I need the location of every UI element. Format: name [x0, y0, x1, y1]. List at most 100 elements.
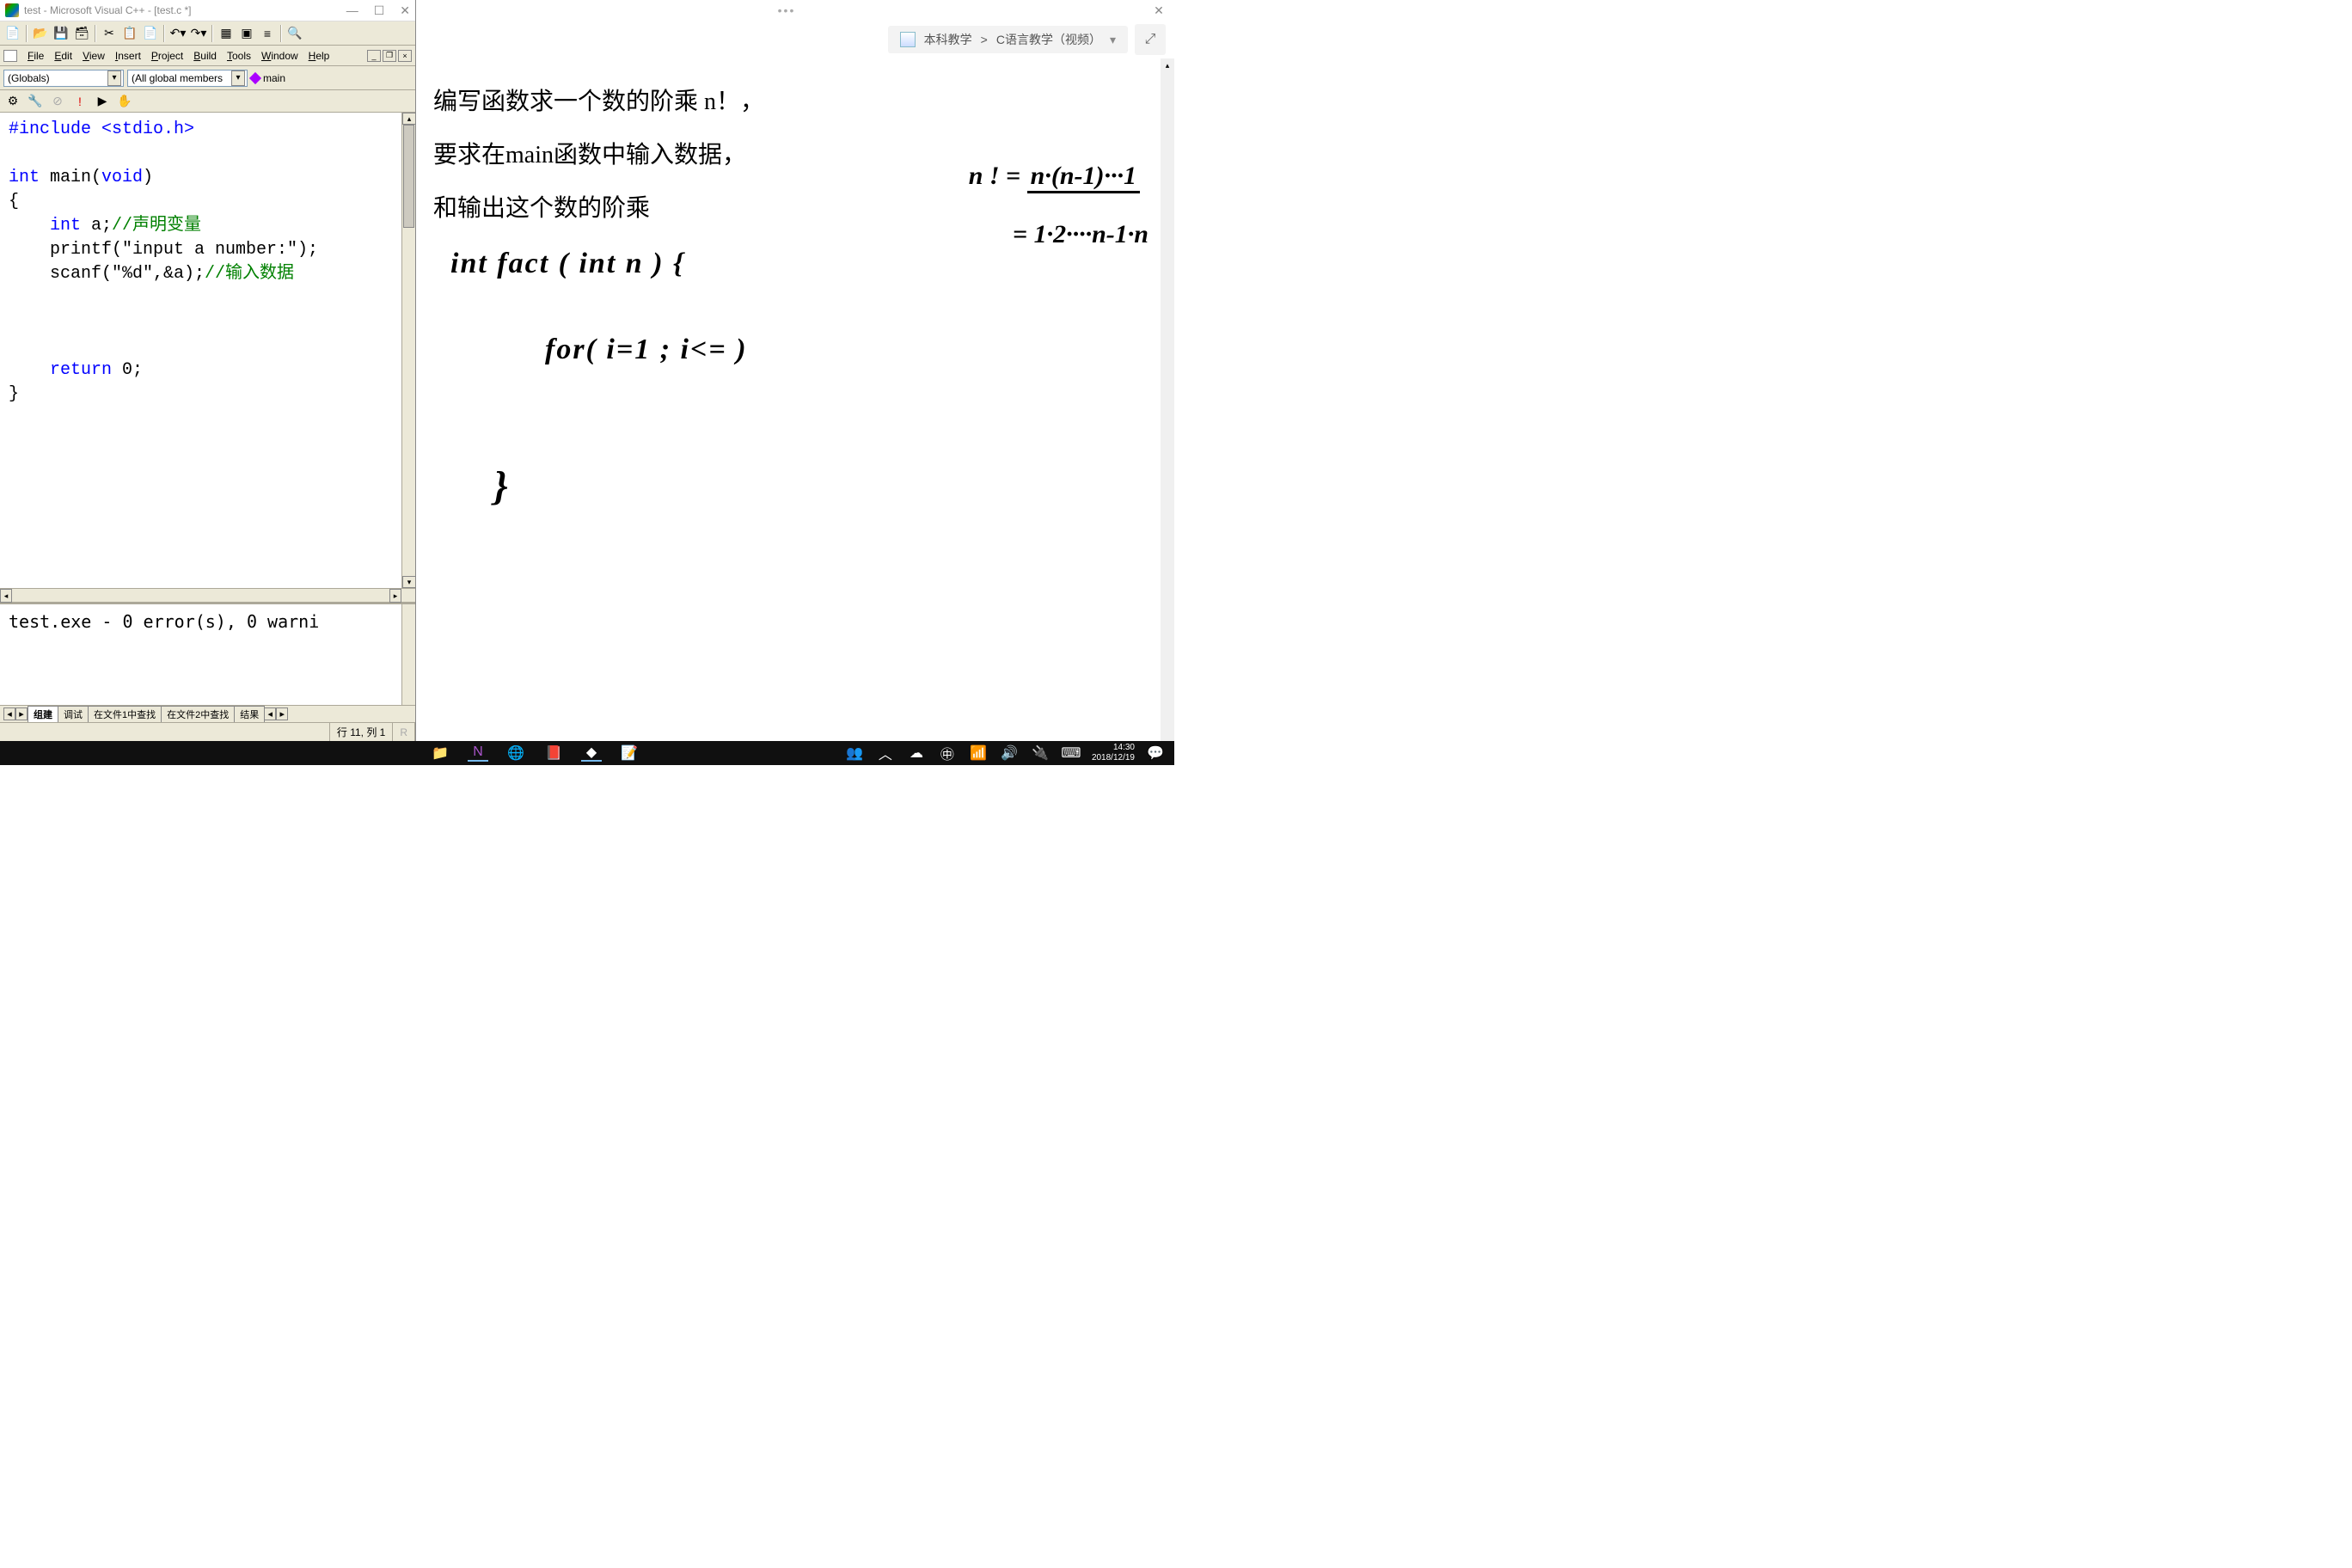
system-clock[interactable]: 14:30 2018/12/19 [1092, 743, 1135, 763]
find-icon[interactable]: 🔍 [285, 24, 304, 43]
menu-window[interactable]: Window [256, 48, 303, 64]
menu-tools[interactable]: Tools [222, 48, 256, 64]
clock-time: 14:30 [1092, 743, 1135, 753]
mdi-minimize-button[interactable]: _ [367, 50, 381, 62]
tab-find2[interactable]: 在文件2中查找 [161, 706, 235, 722]
compile-icon[interactable]: ⚙ [3, 92, 22, 111]
breadcrumb-separator: > [981, 33, 988, 46]
output-icon[interactable]: ▣ [237, 24, 256, 43]
go-icon[interactable]: ▶ [93, 92, 112, 111]
tab-nav-right-icon[interactable]: ▸ [15, 707, 28, 720]
scroll-up-icon[interactable]: ▴ [402, 113, 415, 125]
notepad-icon[interactable]: 📝 [619, 744, 640, 762]
vcpp-icon [5, 3, 19, 17]
standard-toolbar: 📄 📂 💾 🗃 ✂ 📋 📄 ↶▾ ↷▾ ▦ ▣ ≡ 🔍 [0, 21, 415, 46]
scroll-right-icon[interactable]: ▸ [389, 589, 401, 603]
build-toolbar: ⚙ 🔧 ⊘ ! ▶ ✋ [0, 90, 415, 113]
menu-view[interactable]: View [77, 48, 110, 64]
menu-edit[interactable]: Edit [49, 48, 77, 64]
close-button[interactable]: ✕ [400, 3, 410, 18]
execute-icon[interactable]: ! [70, 92, 89, 111]
people-icon[interactable]: 👥 [844, 744, 865, 762]
titlebar[interactable]: test - Microsoft Visual C++ - [test.c *]… [0, 0, 415, 21]
onenote-close-button[interactable]: ✕ [1150, 3, 1167, 18]
stop-build-icon[interactable]: ⊘ [48, 92, 67, 111]
chevron-down-icon[interactable]: ▾ [1110, 33, 1116, 47]
scroll-up-icon[interactable]: ▴ [1161, 58, 1174, 72]
menu-file[interactable]: File [22, 48, 49, 64]
context-toolbar: (Globals) (All global members main [0, 66, 415, 90]
menu-project[interactable]: Project [146, 48, 188, 64]
tab-find1[interactable]: 在文件1中查找 [88, 706, 162, 722]
onedrive-icon[interactable]: ☁ [906, 744, 927, 762]
tab-build[interactable]: 组建 [28, 706, 58, 722]
undo-icon[interactable]: ↶▾ [168, 24, 187, 43]
redo-icon[interactable]: ↷▾ [189, 24, 208, 43]
handwriting-formula-2: = 1·2····n-1·n [1013, 220, 1148, 249]
vcpp-taskbar-icon[interactable]: ◆ [581, 744, 602, 762]
mdi-restore-button[interactable]: ❐ [383, 50, 396, 62]
function-name: main [263, 72, 285, 84]
scrollbar-thumb[interactable] [403, 125, 414, 228]
tab-nav-left-icon[interactable]: ◂ [3, 707, 15, 720]
paste-icon[interactable]: 📄 [141, 24, 160, 43]
menu-build[interactable]: Build [188, 48, 222, 64]
minimize-button[interactable]: — [346, 3, 358, 18]
chrome-icon[interactable]: 🌐 [505, 744, 526, 762]
tray-expand-icon[interactable]: ︿ [875, 744, 896, 762]
window-title: test - Microsoft Visual C++ - [test.c *] [24, 4, 346, 16]
maximize-button[interactable]: ☐ [374, 3, 385, 18]
onenote-titlebar[interactable]: ••• ✕ [416, 0, 1174, 21]
onenote-canvas[interactable]: 编写函数求一个数的阶乘 n！， 要求在main函数中输入数据， 和输出这个数的阶… [416, 58, 1174, 741]
menubar: File Edit View Insert Project Build Tool… [0, 46, 415, 66]
cursor-position: 行 11, 列 1 [330, 723, 393, 741]
members-combo[interactable]: (All global members [127, 70, 248, 87]
onenote-scrollbar[interactable]: ▴ [1161, 58, 1174, 741]
copy-icon[interactable]: 📋 [120, 24, 139, 43]
cut-icon[interactable]: ✂ [100, 24, 119, 43]
breadcrumb-child[interactable]: C语言教学（视频） [996, 31, 1101, 48]
document-icon[interactable] [3, 50, 17, 62]
code-editor[interactable]: #include <stdio.h> int main(void){ int a… [0, 113, 415, 588]
output-scrollbar[interactable] [401, 604, 415, 705]
mdi-close-button[interactable]: × [398, 50, 412, 62]
diamond-icon [249, 71, 261, 83]
menu-help[interactable]: Help [303, 48, 335, 64]
window-list-icon[interactable]: ≡ [258, 24, 277, 43]
tab-debug[interactable]: 调试 [58, 706, 89, 722]
menu-insert[interactable]: Insert [110, 48, 146, 64]
breakpoint-icon[interactable]: ✋ [115, 92, 134, 111]
save-all-icon[interactable]: 🗃 [72, 24, 91, 43]
onenote-taskbar-icon[interactable]: N [468, 744, 488, 762]
tab-scroll-right-icon[interactable]: ▸ [276, 707, 288, 720]
wifi-icon[interactable]: 📶 [968, 744, 989, 762]
tab-results[interactable]: 结果 [234, 706, 265, 722]
editor-vertical-scrollbar[interactable]: ▴ ▾ [401, 113, 415, 588]
volume-icon[interactable]: 🔊 [999, 744, 1020, 762]
open-icon[interactable]: 📂 [31, 24, 50, 43]
new-file-icon[interactable]: 📄 [3, 24, 22, 43]
file-explorer-icon[interactable]: 📁 [430, 744, 450, 762]
problem-line-1: 编写函数求一个数的阶乘 n！， [433, 76, 1157, 129]
fullscreen-button[interactable]: ⤢ [1135, 24, 1166, 55]
power-icon[interactable]: 🔌 [1030, 744, 1050, 762]
workspace-icon[interactable]: ▦ [217, 24, 236, 43]
scope-combo[interactable]: (Globals) [3, 70, 124, 87]
output-content[interactable]: test.exe - 0 error(s), 0 warni [0, 604, 415, 705]
visual-cpp-window: test - Microsoft Visual C++ - [test.c *]… [0, 0, 416, 741]
scroll-down-icon[interactable]: ▾ [402, 576, 415, 588]
editor-horizontal-scrollbar[interactable]: ◂ ▸ [0, 588, 415, 602]
pdf-icon[interactable]: 📕 [543, 744, 564, 762]
scroll-left-icon[interactable]: ◂ [0, 589, 12, 603]
save-icon[interactable]: 💾 [52, 24, 70, 43]
notifications-icon[interactable]: 💬 [1145, 744, 1166, 762]
windows-taskbar[interactable]: 📁 N 🌐 📕 ◆ 📝 👥 ︿ ☁ ㊥ 📶 🔊 🔌 ⌨ 14:30 2018/1… [0, 741, 1174, 765]
breadcrumb[interactable]: 本科教学 > C语言教学（视频） ▾ [888, 26, 1128, 53]
keyboard-icon[interactable]: ⌨ [1061, 744, 1081, 762]
tab-scroll-left-icon[interactable]: ◂ [264, 707, 276, 720]
more-icon[interactable]: ••• [423, 3, 1150, 17]
ime-icon[interactable]: ㊥ [937, 744, 958, 762]
function-indicator[interactable]: main [251, 72, 285, 84]
build-icon[interactable]: 🔧 [26, 92, 45, 111]
breadcrumb-parent[interactable]: 本科教学 [924, 31, 972, 48]
